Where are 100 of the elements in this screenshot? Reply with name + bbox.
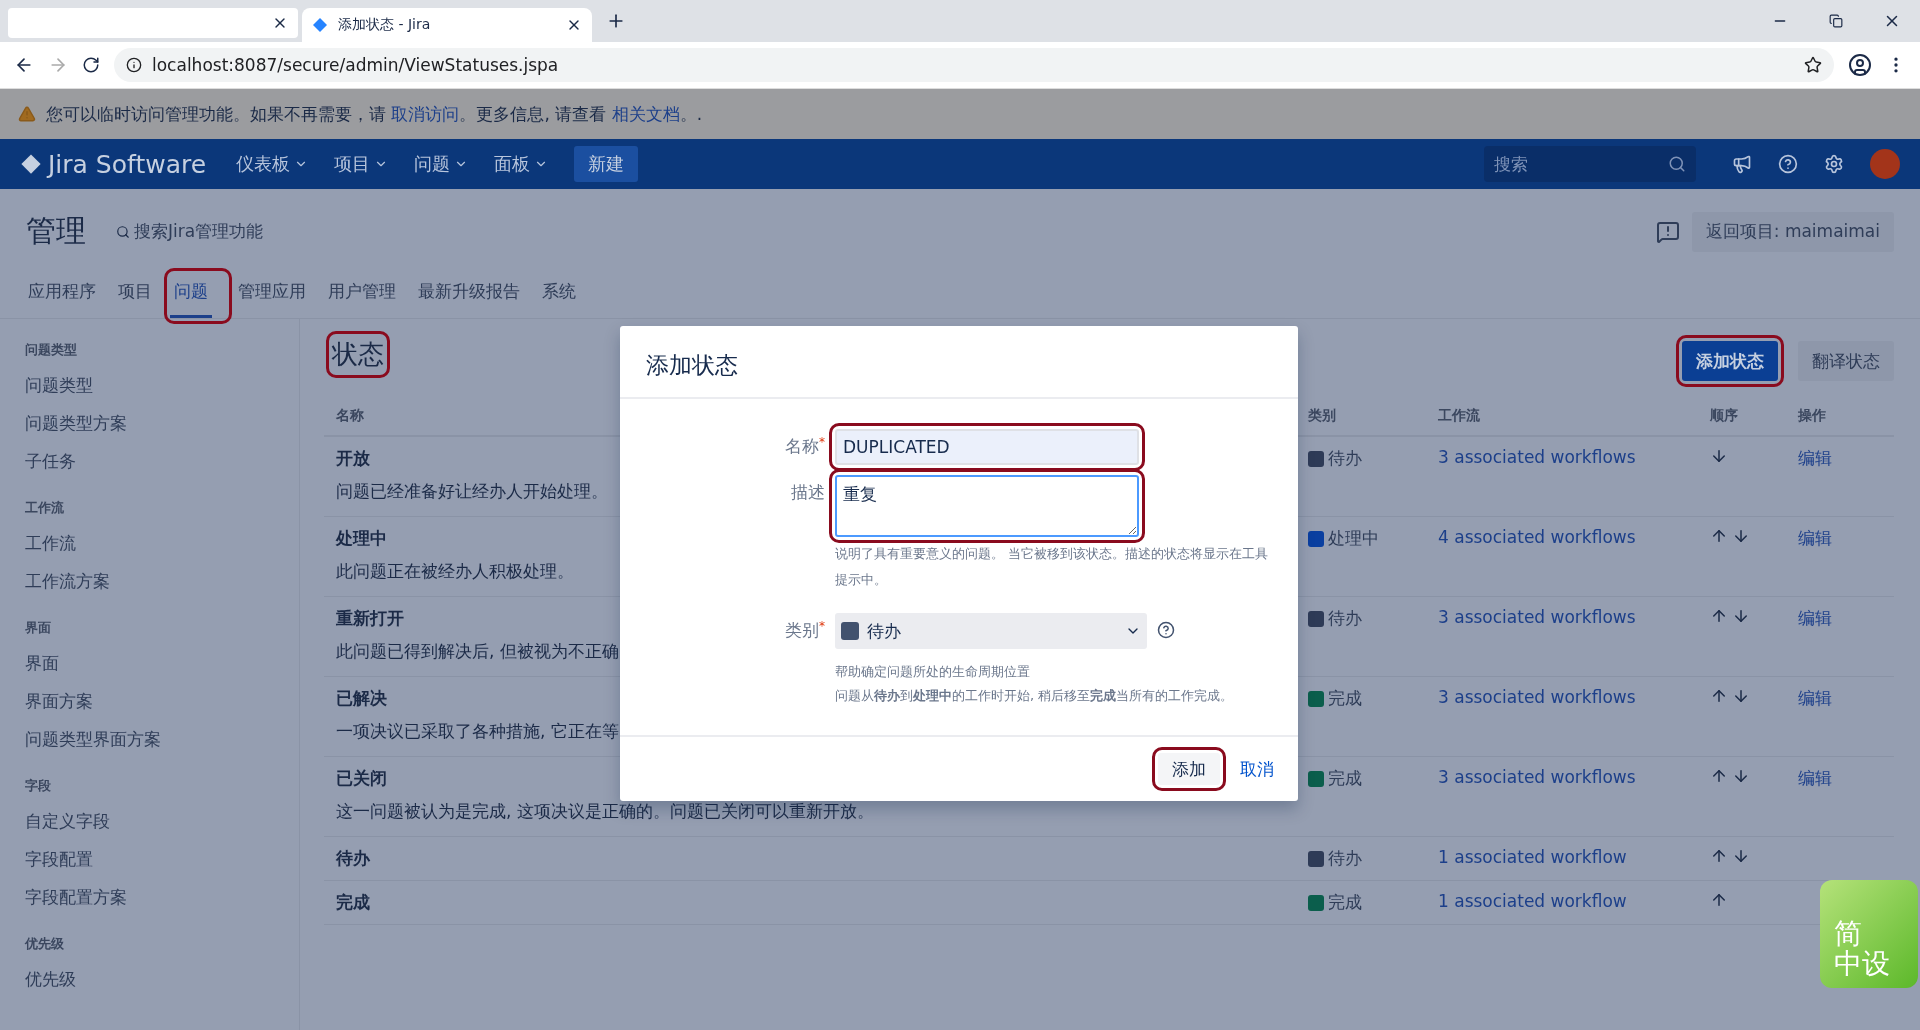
move-down-icon[interactable] <box>1732 527 1750 545</box>
move-up-icon[interactable] <box>1710 847 1728 865</box>
create-button[interactable]: 新建 <box>574 146 639 182</box>
move-down-icon[interactable] <box>1732 847 1750 865</box>
edit-link[interactable]: 编辑 <box>1798 607 1832 630</box>
settings-icon[interactable] <box>1824 154 1844 174</box>
category-label: 完成 <box>1328 891 1362 914</box>
sidebar-heading: 字段 <box>25 777 51 795</box>
restore-icon[interactable] <box>1829 14 1843 28</box>
description-input[interactable]: 重复 <box>835 475 1139 537</box>
action-button[interactable]: 添加状态 <box>1682 341 1778 381</box>
search-icon[interactable] <box>116 224 130 239</box>
diamond-icon <box>312 17 328 33</box>
admin-search-link[interactable]: 搜索Jira管理功能 <box>134 220 264 243</box>
workflows-link[interactable]: 3 associated workflows <box>1438 767 1636 787</box>
edit-link[interactable]: 编辑 <box>1798 687 1832 710</box>
browser-tab[interactable]: 添加状态 - Jira <box>302 8 592 42</box>
move-up-icon[interactable] <box>1710 527 1728 545</box>
nav-menu[interactable]: 仪表板 <box>236 152 291 176</box>
workflows-link[interactable]: 4 associated workflows <box>1438 527 1636 547</box>
admin-tab[interactable]: 项目 <box>114 274 156 318</box>
move-up-icon[interactable] <box>1710 607 1728 625</box>
move-up-icon[interactable] <box>1710 767 1728 785</box>
category-label: 完成 <box>1328 767 1362 790</box>
sidebar-item[interactable]: 问题类型方案 <box>25 412 127 435</box>
sidebar-item[interactable]: 工作流 <box>25 532 76 555</box>
status-description: 问题已经准备好让经办人开始处理。 <box>336 480 608 503</box>
banner-message: 您可以临时访问管理功能。如果不再需要，请 取消访问。更多信息, 请查看 相关文档。. <box>46 102 703 126</box>
search-icon[interactable] <box>1668 155 1686 173</box>
page-title: 状态 <box>332 338 384 371</box>
sidebar-item[interactable]: 问题类型界面方案 <box>25 728 161 751</box>
megaphone-icon[interactable] <box>1732 154 1752 174</box>
sidebar-heading: 优先级 <box>25 935 64 953</box>
column-header: 类别 <box>1307 406 1337 425</box>
reload-icon[interactable] <box>82 56 100 74</box>
star-icon[interactable] <box>1804 56 1822 74</box>
sidebar-item[interactable]: 字段配置方案 <box>25 886 127 909</box>
status-name: 处理中 <box>336 527 387 550</box>
nav-menu[interactable]: 面板 <box>494 152 531 176</box>
move-up-icon[interactable] <box>1710 687 1728 705</box>
sidebar-item[interactable]: 界面 <box>25 652 59 675</box>
move-down-icon[interactable] <box>1710 447 1728 465</box>
sidebar-heading: 问题类型 <box>25 341 77 359</box>
workflows-link[interactable]: 1 associated workflow <box>1438 847 1627 867</box>
category-label: 待办 <box>1328 847 1362 870</box>
help-icon[interactable] <box>1778 154 1798 174</box>
name-input[interactable]: DUPLICATED <box>835 429 1139 465</box>
category-help-text: 问题从待办到处理中的工作时开始, 稍后移至完成当所有的工作完成。 <box>835 687 1234 705</box>
move-down-icon[interactable] <box>1732 687 1750 705</box>
admin-tab[interactable]: 管理应用 <box>234 274 310 318</box>
move-up-icon[interactable] <box>1710 891 1728 909</box>
move-down-icon[interactable] <box>1732 767 1750 785</box>
sidebar-item[interactable]: 界面方案 <box>25 690 93 713</box>
workflows-link[interactable]: 3 associated workflows <box>1438 447 1636 467</box>
status-name: 已解决 <box>336 687 387 710</box>
sidebar-item[interactable]: 字段配置 <box>25 848 93 871</box>
sidebar-item[interactable]: 优先级 <box>25 968 76 991</box>
status-description: 这一问题被认为是完成, 这项决议是正确的。问题已关闭可以重新开放。 <box>336 800 874 823</box>
sidebar-item[interactable]: 子任务 <box>25 450 76 473</box>
edit-link[interactable]: 编辑 <box>1798 527 1832 550</box>
sidebar-item[interactable]: 自定义字段 <box>25 810 110 833</box>
back-to-project-button[interactable]: 返回项目: maimaimai <box>1691 211 1894 252</box>
category-label: 待办 <box>1328 607 1362 630</box>
nav-menu[interactable]: 问题 <box>414 152 451 176</box>
admin-tab[interactable]: 系统 <box>538 274 580 318</box>
admin-tab[interactable]: 应用程序 <box>24 274 100 318</box>
admin-tab[interactable]: 用户管理 <box>324 274 400 318</box>
field-label: 名称 <box>785 435 819 458</box>
status-name: 已关闭 <box>336 767 387 790</box>
profile-icon[interactable] <box>1848 53 1872 77</box>
category-label: 待办 <box>1328 447 1362 470</box>
edit-link[interactable]: 编辑 <box>1798 767 1832 790</box>
category-select[interactable]: 待办 <box>835 613 1147 649</box>
add-button[interactable]: 添加 <box>1158 753 1220 785</box>
sidebar-heading: 工作流 <box>25 499 64 517</box>
admin-tab[interactable]: 问题 <box>170 274 212 318</box>
banner-link[interactable]: 取消访问 <box>391 103 460 124</box>
warning-icon <box>18 105 36 123</box>
move-down-icon[interactable] <box>1732 607 1750 625</box>
edit-link[interactable]: 编辑 <box>1798 447 1832 470</box>
required-mark: * <box>819 435 825 449</box>
workflows-link[interactable]: 3 associated workflows <box>1438 607 1636 627</box>
search-field[interactable]: 搜索 <box>1484 146 1696 182</box>
admin-title: 管理 <box>26 212 86 250</box>
action-button[interactable]: 翻译状态 <box>1798 341 1894 381</box>
nav-menu[interactable]: 项目 <box>334 152 371 176</box>
column-header: 操作 <box>1797 406 1827 425</box>
workflows-link[interactable]: 1 associated workflow <box>1438 891 1627 911</box>
sidebar-item[interactable]: 工作流方案 <box>25 570 110 593</box>
help-icon[interactable] <box>1157 621 1175 639</box>
jira-logo[interactable]: Jira Software <box>20 149 207 179</box>
feedback-icon[interactable] <box>1655 219 1680 244</box>
address-bar[interactable]: localhost:8087/secure/admin/ViewStatuses.jspa <box>114 48 1834 82</box>
admin-tab[interactable]: 最新升级报告 <box>414 274 524 318</box>
banner-link[interactable]: 相关文档 <box>611 103 680 124</box>
workflows-link[interactable]: 3 associated workflows <box>1438 687 1636 707</box>
sidebar-item[interactable]: 问题类型 <box>25 374 93 397</box>
ime-status-badge[interactable]: 简 中设 <box>1820 880 1918 988</box>
category-label: 完成 <box>1328 687 1362 710</box>
cancel-link[interactable]: 取消 <box>1240 757 1274 781</box>
